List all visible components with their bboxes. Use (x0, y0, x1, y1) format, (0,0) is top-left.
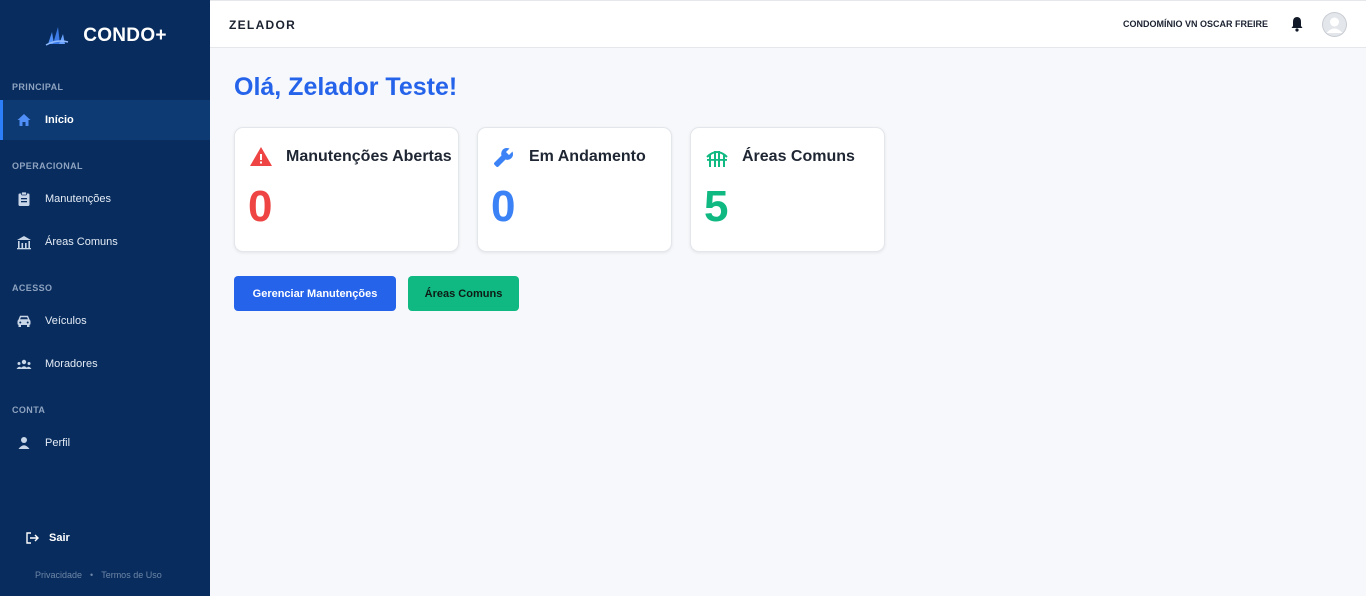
wrench-icon (491, 144, 517, 170)
logout-icon (24, 530, 40, 546)
user-icon (16, 435, 32, 451)
clipboard-icon (16, 191, 32, 207)
avatar[interactable] (1322, 12, 1347, 37)
terms-link[interactable]: Termos de Uso (101, 570, 162, 580)
card-em-andamento[interactable]: Em Andamento 0 (477, 127, 672, 252)
card-value: 0 (248, 182, 273, 231)
sidebar-item-label: Veículos (45, 315, 87, 327)
logout-button[interactable]: Sair (24, 530, 70, 546)
topbar: ZELADOR CONDOMÍNIO VN OSCAR FREIRE (210, 0, 1366, 48)
sidebar: CONDO+ PRINCIPAL Início OPERACIONAL Manu… (0, 0, 210, 596)
page-title: ZELADOR (229, 18, 297, 32)
condo-name[interactable]: CONDOMÍNIO VN OSCAR FREIRE (1123, 19, 1268, 29)
card-title: Áreas Comuns (742, 148, 855, 165)
section-label-acesso: ACESSO (12, 283, 53, 293)
card-header: Manutenções Abertas (248, 144, 452, 170)
greeting: Olá, Zelador Teste! (234, 73, 458, 101)
building-icon (16, 234, 32, 250)
home-icon (16, 112, 32, 128)
card-header: Em Andamento (491, 144, 646, 170)
sidebar-item-label: Áreas Comuns (45, 236, 118, 248)
card-title: Manutenções Abertas (286, 148, 452, 165)
warning-icon (248, 144, 274, 170)
card-value: 0 (491, 182, 516, 231)
logout-label: Sair (49, 532, 70, 544)
section-label-principal: PRINCIPAL (12, 82, 64, 92)
card-header: Áreas Comuns (704, 144, 855, 170)
sidebar-item-veiculos[interactable]: Veículos (0, 301, 210, 341)
card-value: 5 (704, 182, 729, 231)
sidebar-item-label: Perfil (45, 437, 71, 449)
sidebar-item-areas-comuns[interactable]: Áreas Comuns (0, 222, 210, 262)
card-manutencoes-abertas[interactable]: Manutenções Abertas 0 (234, 127, 459, 252)
car-icon (16, 313, 32, 329)
sidebar-item-moradores[interactable]: Moradores (0, 344, 210, 384)
sidebar-item-inicio[interactable]: Início (0, 100, 210, 140)
footer-separator: • (90, 570, 94, 580)
sidebar-item-manutencoes[interactable]: Manutenções (0, 179, 210, 219)
sidebar-item-perfil[interactable]: Perfil (0, 423, 210, 463)
manage-maintenance-button[interactable]: Gerenciar Manutenções (234, 276, 396, 311)
card-areas-comuns[interactable]: Áreas Comuns 5 (690, 127, 885, 252)
sidebar-item-label: Início (45, 114, 74, 126)
sidebar-item-label: Moradores (45, 358, 98, 370)
gate-icon (704, 144, 730, 170)
common-areas-button[interactable]: Áreas Comuns (408, 276, 519, 311)
card-title: Em Andamento (529, 148, 646, 165)
brand-name: CONDO+ (83, 25, 167, 46)
brand[interactable]: CONDO+ (0, 0, 210, 72)
privacy-link[interactable]: Privacidade (35, 570, 82, 580)
section-label-conta: CONTA (12, 405, 46, 415)
section-label-operacional: OPERACIONAL (12, 161, 83, 171)
sidebar-item-label: Manutenções (45, 193, 112, 205)
footer-links: Privacidade • Termos de Uso (35, 570, 162, 580)
logo-icon (43, 22, 71, 50)
bell-icon[interactable] (1288, 15, 1306, 33)
users-icon (16, 356, 32, 372)
